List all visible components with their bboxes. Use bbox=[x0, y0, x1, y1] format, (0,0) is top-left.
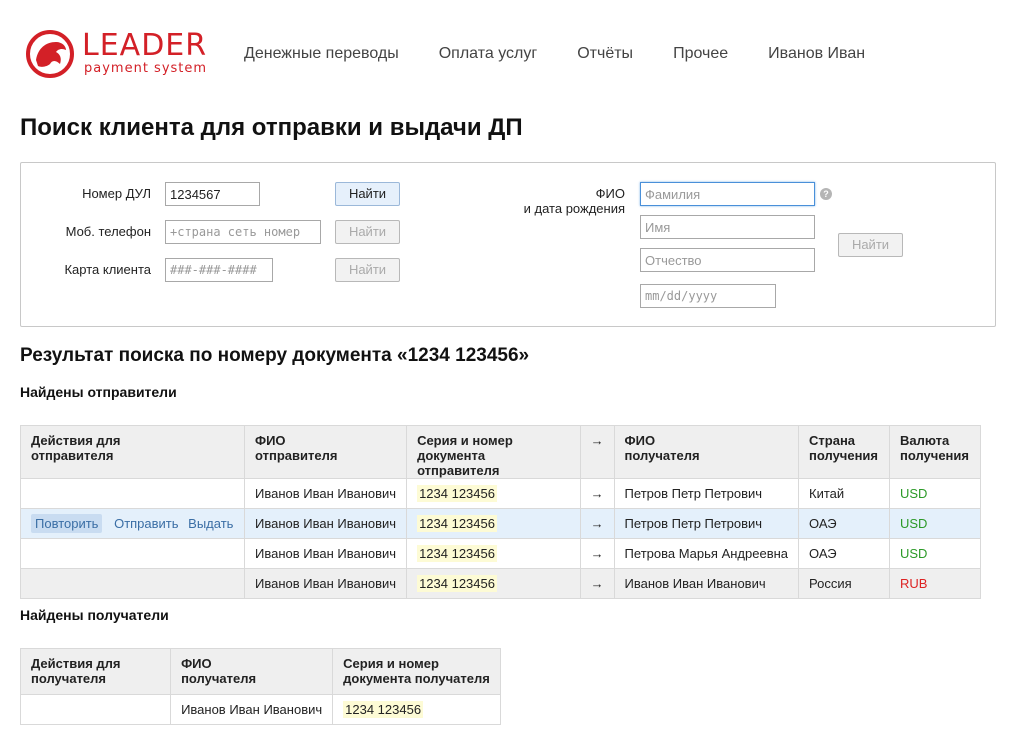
app-header: LEADER payment system Денежные переводы … bbox=[0, 0, 1022, 100]
col-sender-name: ФИО отправителя bbox=[243, 425, 408, 479]
recipient-name: Иванов Иван Иванович bbox=[170, 694, 334, 725]
col-currency: Валюта получения bbox=[888, 425, 982, 479]
logo-title: LEADER bbox=[82, 28, 208, 63]
nav-reports[interactable]: Отчёты bbox=[577, 45, 633, 63]
nav-user-menu[interactable]: Иванов Иван bbox=[768, 45, 865, 63]
page-title: Поиск клиента для отправки и выдачи ДП bbox=[20, 114, 523, 141]
row-actions: Повторить Отправить Выдать bbox=[20, 508, 245, 539]
col-recipient-doc: Серия и номер документа получателя bbox=[332, 648, 501, 695]
col-arrow: → bbox=[579, 425, 615, 479]
senders-title: Найдены отправители bbox=[20, 384, 177, 400]
find-by-fio-button[interactable]: Найти bbox=[838, 233, 903, 257]
recipient-name: Петров Петр Петрович bbox=[613, 478, 800, 509]
sender-name: Иванов Иван Иванович bbox=[243, 478, 408, 509]
country: ОАЭ bbox=[798, 508, 890, 539]
logo-subtitle: payment system bbox=[84, 61, 208, 76]
issue-link[interactable]: Выдать bbox=[188, 516, 233, 531]
fio-label: ФИО и дата рождения bbox=[523, 186, 625, 216]
table-row[interactable]: Иванов Иван Иванович 1234 123456 → Петро… bbox=[20, 538, 982, 569]
sender-doc: 1234 123456 bbox=[417, 485, 497, 502]
currency: USD bbox=[888, 478, 982, 509]
row-actions bbox=[20, 478, 245, 509]
doc-number-input[interactable] bbox=[165, 182, 260, 206]
patronymic-input[interactable] bbox=[640, 248, 815, 272]
row-actions bbox=[20, 568, 245, 599]
country: Россия bbox=[798, 568, 890, 599]
row-actions bbox=[19, 694, 172, 725]
arrow-icon: → bbox=[579, 478, 615, 509]
row-actions bbox=[20, 538, 245, 569]
leader-logo[interactable]: LEADER payment system bbox=[26, 30, 216, 80]
card-input[interactable] bbox=[165, 258, 273, 282]
phone-input[interactable] bbox=[165, 220, 321, 244]
recipient-name: Петрова Марья Андреевна bbox=[613, 538, 800, 569]
sender-name: Иванов Иван Иванович bbox=[243, 538, 408, 569]
recipients-title: Найдены получатели bbox=[20, 607, 169, 623]
col-sender-actions: Действия для отправителя bbox=[20, 425, 245, 479]
main-nav: Денежные переводы Оплата услуг Отчёты Пр… bbox=[244, 45, 905, 63]
currency: USD bbox=[888, 538, 982, 569]
arrow-icon: → bbox=[579, 538, 615, 569]
doc-number-label: Номер ДУЛ bbox=[82, 186, 151, 201]
table-row[interactable]: Иванов Иван Иванович 1234 123456 → Ивано… bbox=[20, 568, 982, 599]
recipient-name: Петров Петр Петрович bbox=[613, 508, 800, 539]
surname-input[interactable] bbox=[640, 182, 815, 206]
sender-name: Иванов Иван Иванович bbox=[243, 568, 408, 599]
table-row[interactable]: Иванов Иван Иванович 1234 123456 bbox=[19, 694, 501, 725]
sender-doc: 1234 123456 bbox=[417, 575, 497, 592]
send-link[interactable]: Отправить bbox=[114, 516, 178, 531]
card-label: Карта клиента bbox=[64, 262, 151, 277]
country: Китай bbox=[798, 478, 890, 509]
sender-doc: 1234 123456 bbox=[417, 515, 497, 532]
table-header-row: Действия для получателя ФИО получателя Сер… bbox=[19, 648, 501, 695]
recipient-doc: 1234 123456 bbox=[343, 701, 424, 718]
nav-money-transfers[interactable]: Денежные переводы bbox=[244, 45, 399, 63]
find-by-doc-button[interactable]: Найти bbox=[335, 182, 400, 206]
birthdate-input[interactable] bbox=[640, 284, 776, 308]
repeat-button[interactable]: Повторить bbox=[31, 514, 103, 533]
phone-label: Моб. телефон bbox=[65, 224, 151, 239]
results-title: Результат поиска по номеру документа «12… bbox=[20, 345, 530, 366]
col-recipient-actions: Действия для получателя bbox=[19, 648, 172, 695]
search-panel: Номер ДУЛ Найти Моб. телефон Найти Карта… bbox=[20, 162, 996, 327]
find-by-phone-button[interactable]: Найти bbox=[335, 220, 400, 244]
recipients-table: Действия для получателя ФИО получателя Сер… bbox=[19, 648, 501, 725]
lion-logo-icon bbox=[26, 30, 74, 78]
country: ОАЭ bbox=[798, 538, 890, 569]
name-input[interactable] bbox=[640, 215, 815, 239]
table-row-selected[interactable]: Повторить Отправить Выдать Иванов Иван И… bbox=[20, 508, 982, 539]
help-icon[interactable]: ? bbox=[820, 188, 832, 200]
currency: RUB bbox=[888, 568, 982, 599]
col-recipient-name: ФИО получателя bbox=[613, 425, 800, 479]
find-by-card-button[interactable]: Найти bbox=[335, 258, 400, 282]
currency: USD bbox=[888, 508, 982, 539]
nav-payments[interactable]: Оплата услуг bbox=[439, 45, 537, 63]
recipient-name: Иванов Иван Иванович bbox=[613, 568, 800, 599]
sender-doc: 1234 123456 bbox=[417, 545, 497, 562]
col-sender-doc: Серия и номер документа отправителя bbox=[406, 425, 581, 479]
col-country: Страна получения bbox=[798, 425, 890, 479]
senders-table: Действия для отправителя ФИО отправителя С… bbox=[20, 425, 982, 599]
table-row[interactable]: Иванов Иван Иванович 1234 123456 → Петро… bbox=[20, 478, 982, 509]
arrow-icon: → bbox=[579, 568, 615, 599]
col-recipient-name: ФИО получателя bbox=[170, 648, 334, 695]
nav-other[interactable]: Прочее bbox=[673, 45, 728, 63]
table-header-row: Действия для отправителя ФИО отправителя С… bbox=[20, 425, 982, 479]
sender-name: Иванов Иван Иванович bbox=[243, 508, 408, 539]
arrow-icon: → bbox=[579, 508, 615, 539]
